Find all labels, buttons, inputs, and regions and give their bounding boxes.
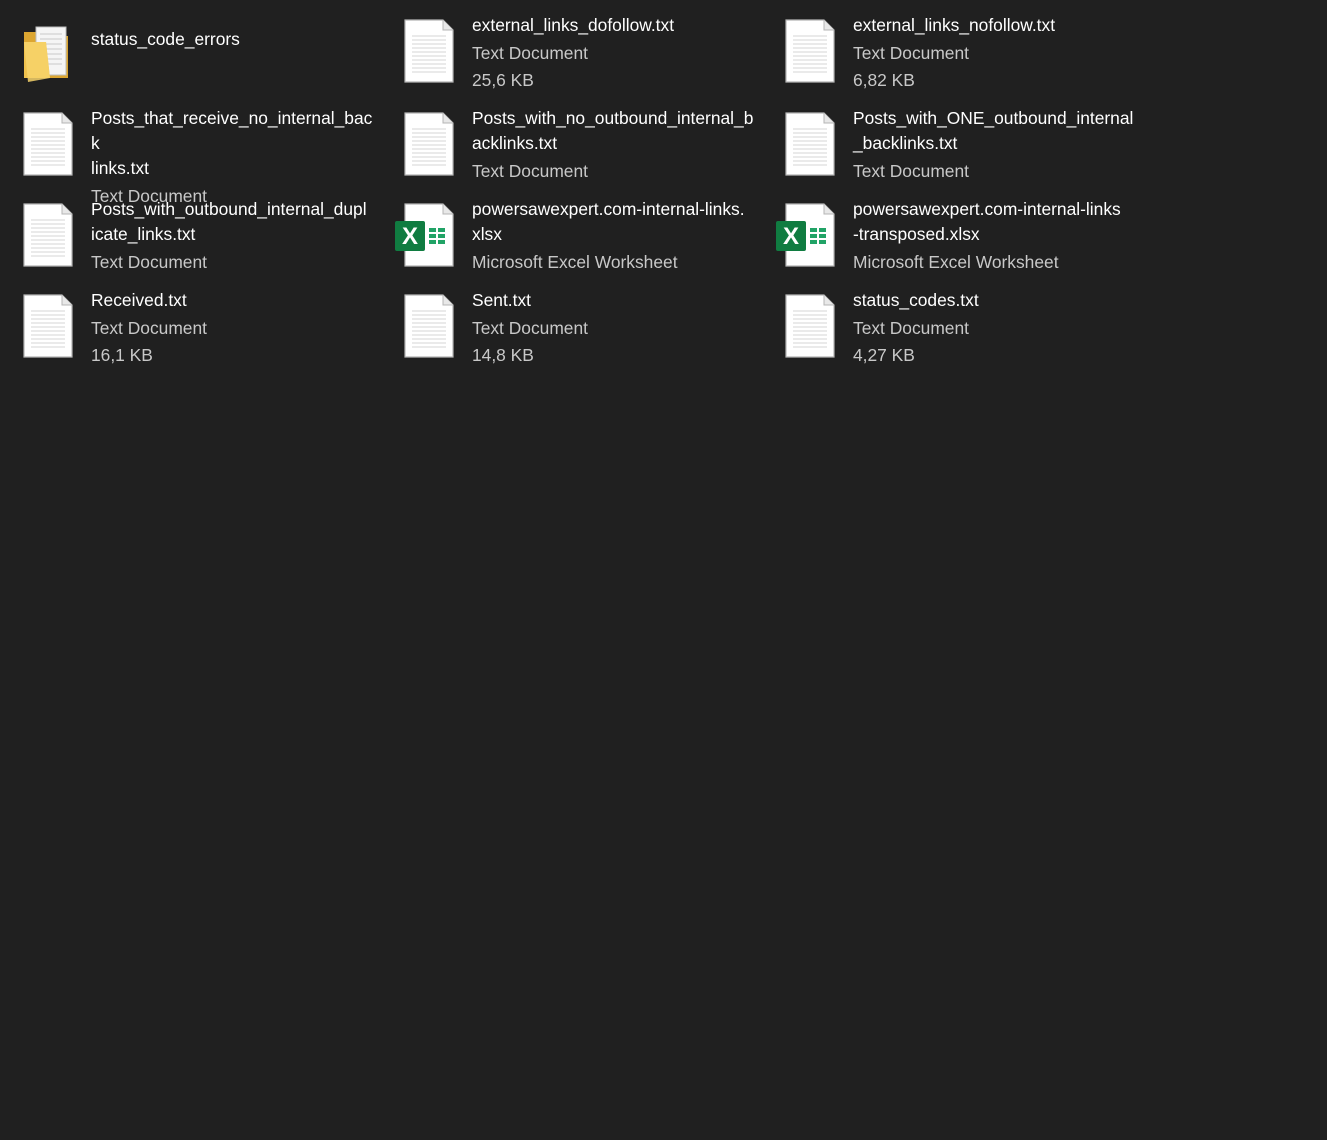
file-size: 6,82 KB <box>853 70 915 90</box>
file-tile-folder[interactable]: status_code_errors <box>0 0 381 93</box>
file-type: Text Document <box>91 318 207 338</box>
file-name: Posts_with_outbound_internal_dupl icate_… <box>91 199 367 244</box>
file-meta: Received.txt Text Document 16,1 KB <box>91 288 375 368</box>
excel-file-icon: X <box>776 202 836 268</box>
file-tile[interactable]: Posts_that_receive_no_internal_back link… <box>0 93 381 206</box>
file-name: Posts_with_no_outbound_internal_b acklin… <box>472 108 754 153</box>
text-document-icon <box>403 18 455 84</box>
file-tile[interactable]: external_links_nofollow.txt Text Documen… <box>762 0 1143 93</box>
file-type: Microsoft Excel Worksheet <box>472 252 678 272</box>
file-meta: Posts_with_outbound_internal_dupl icate_… <box>91 197 375 275</box>
file-size: 4,27 KB <box>853 345 915 365</box>
file-tile[interactable]: X powersawexpert.com-internal-links -tra… <box>762 184 1143 275</box>
text-document-icon <box>784 111 836 177</box>
file-meta: status_codes.txt Text Document 4,27 KB <box>853 288 1137 368</box>
file-tile[interactable]: Posts_with_ONE_outbound_internal _backli… <box>762 93 1143 184</box>
svg-text:X: X <box>402 223 418 250</box>
file-name: status_codes.txt <box>853 290 979 310</box>
file-name: external_links_nofollow.txt <box>853 15 1056 35</box>
file-name: Received.txt <box>91 290 187 310</box>
svg-text:X: X <box>783 223 799 250</box>
file-tile[interactable]: Received.txt Text Document 16,1 KB <box>0 275 381 366</box>
file-type: Microsoft Excel Worksheet <box>853 252 1059 272</box>
text-document-icon <box>403 293 455 359</box>
file-size: 14,8 KB <box>472 345 534 365</box>
file-meta: external_links_nofollow.txt Text Documen… <box>853 13 1137 93</box>
file-type: Text Document <box>853 43 969 63</box>
file-name: external_links_dofollow.txt <box>472 15 675 35</box>
file-tile[interactable]: X powersawexpert.com-internal-links. xls… <box>381 184 762 275</box>
excel-file-icon: X <box>395 202 455 268</box>
file-name: Sent.txt <box>472 290 531 310</box>
file-type: Text Document <box>472 318 588 338</box>
file-meta: Sent.txt Text Document 14,8 KB <box>472 288 756 368</box>
file-meta: powersawexpert.com-internal-links. xlsx … <box>472 197 756 275</box>
text-document-icon <box>784 293 836 359</box>
file-type: Text Document <box>472 43 588 63</box>
text-document-icon <box>22 202 74 268</box>
file-meta: status_code_errors <box>91 27 375 52</box>
file-type: Text Document <box>853 318 969 338</box>
file-meta: Posts_with_ONE_outbound_internal _backli… <box>853 106 1137 184</box>
file-type: Text Document <box>472 161 588 181</box>
text-document-icon <box>403 111 455 177</box>
file-tile[interactable]: external_links_dofollow.txt Text Documen… <box>381 0 762 93</box>
folder-icon <box>22 20 74 86</box>
file-meta: powersawexpert.com-internal-links -trans… <box>853 197 1137 275</box>
file-tile-grid: status_code_errors external_links_dofoll… <box>0 0 1150 366</box>
file-tile[interactable]: status_codes.txt Text Document 4,27 KB <box>762 275 1143 366</box>
file-name: powersawexpert.com-internal-links -trans… <box>853 199 1121 244</box>
file-tile[interactable]: Sent.txt Text Document 14,8 KB <box>381 275 762 366</box>
file-name: Posts_that_receive_no_internal_back link… <box>91 108 373 178</box>
file-type: Text Document <box>853 161 969 181</box>
text-document-icon <box>784 18 836 84</box>
file-size: 25,6 KB <box>472 70 534 90</box>
text-document-icon <box>22 293 74 359</box>
file-explorer-view: status_code_errors external_links_dofoll… <box>0 0 1327 1140</box>
file-name: powersawexpert.com-internal-links. xlsx <box>472 199 745 244</box>
file-tile[interactable]: Posts_with_no_outbound_internal_b acklin… <box>381 93 762 184</box>
file-meta: external_links_dofollow.txt Text Documen… <box>472 13 756 93</box>
file-type: Text Document <box>91 252 207 272</box>
file-name: status_code_errors <box>91 29 240 49</box>
file-name: Posts_with_ONE_outbound_internal _backli… <box>853 108 1134 153</box>
file-tile[interactable]: Posts_with_outbound_internal_dupl icate_… <box>0 184 381 275</box>
text-document-icon <box>22 111 74 177</box>
file-size: 16,1 KB <box>91 345 153 365</box>
file-meta: Posts_with_no_outbound_internal_b acklin… <box>472 106 756 184</box>
